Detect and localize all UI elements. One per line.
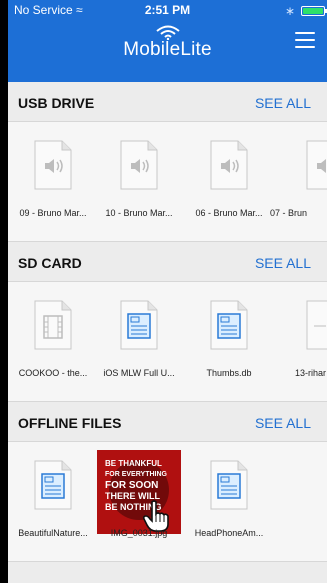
file-tile[interactable]: Thumbs.db (182, 282, 276, 401)
video-file-icon (34, 300, 72, 350)
file-tile[interactable]: COOKOO - the... (8, 282, 100, 401)
status-bar: No Service ≈ 2:51 PM ∗ (8, 0, 327, 22)
file-tile[interactable]: BE THANKFUL FOR EVERYTHING FOR SOON THER… (92, 442, 186, 561)
section-title: OFFLINE FILES (18, 415, 122, 431)
audio-file-icon (120, 140, 158, 190)
audio-file-icon (210, 140, 248, 190)
file-tile[interactable]: HeadPhoneAm... (182, 442, 276, 561)
file-tile[interactable]: 09 - Bruno Mar... (8, 122, 100, 241)
see-all-button[interactable]: SEE ALL (255, 95, 311, 111)
section-header-sd-card: SD CARD SEE ALL (8, 242, 327, 282)
document-file-icon (210, 460, 248, 510)
bluetooth-icon: ∗ (284, 4, 295, 18)
audio-file-icon (34, 140, 72, 190)
app-screen: No Service ≈ 2:51 PM ∗ MobileLite USB DR… (8, 0, 327, 583)
section-header-usb-drive: USB DRIVE SEE ALL (8, 82, 327, 122)
battery-icon (301, 6, 327, 16)
file-tile[interactable]: 06 - Bruno Mar... (182, 122, 276, 241)
file-name: HeadPhoneAm... (194, 528, 264, 538)
hamburger-menu-icon[interactable] (295, 32, 315, 50)
audio-file-icon (306, 140, 327, 190)
document-file-icon (120, 300, 158, 350)
app-logo: MobileLite (8, 24, 327, 61)
file-tile[interactable]: 13-rihar (268, 282, 327, 401)
file-name: BeautifulNature... (18, 528, 88, 538)
see-all-button[interactable]: SEE ALL (255, 255, 311, 271)
see-all-button[interactable]: SEE ALL (255, 415, 311, 431)
document-file-icon (34, 460, 72, 510)
wifi-logo-icon (155, 25, 180, 40)
document-file-icon (210, 300, 248, 350)
file-name: 07 - Brun (270, 208, 308, 218)
file-name: Thumbs.db (206, 368, 252, 378)
file-name: 06 - Bruno Mar... (195, 208, 263, 218)
file-name: COOKOO - the... (18, 368, 88, 378)
file-tile[interactable]: BeautifulNature... (8, 442, 100, 561)
section-title: USB DRIVE (18, 95, 95, 111)
file-tile[interactable]: 10 - Bruno Mar... (92, 122, 186, 241)
sd-card-file-strip[interactable]: COOKOO - the... iOS MLW Full U... Thumbs… (8, 282, 327, 402)
file-name: IMG_0031.jpg (110, 528, 168, 538)
usb-drive-file-strip[interactable]: 09 - Bruno Mar... 10 - Bruno Mar... 06 -… (8, 122, 327, 242)
top-bar: No Service ≈ 2:51 PM ∗ MobileLite (8, 0, 327, 82)
file-name: 10 - Bruno Mar... (105, 208, 173, 218)
section-header-offline-files: OFFLINE FILES SEE ALL (8, 402, 327, 442)
section-title: SD CARD (18, 255, 82, 271)
file-name: 09 - Bruno Mar... (19, 208, 87, 218)
file-name: iOS MLW Full U... (103, 368, 175, 378)
document-file-icon (306, 300, 327, 350)
file-tile[interactable]: iOS MLW Full U... (92, 282, 186, 401)
status-time: 2:51 PM (144, 3, 191, 17)
file-name: 13-rihar (294, 368, 326, 378)
file-tile[interactable]: 07 - Brun (268, 122, 327, 241)
offline-files-strip[interactable]: BeautifulNature... BE THANKFUL FOR EVERY… (8, 442, 327, 562)
app-name: MobileLite (123, 39, 212, 60)
